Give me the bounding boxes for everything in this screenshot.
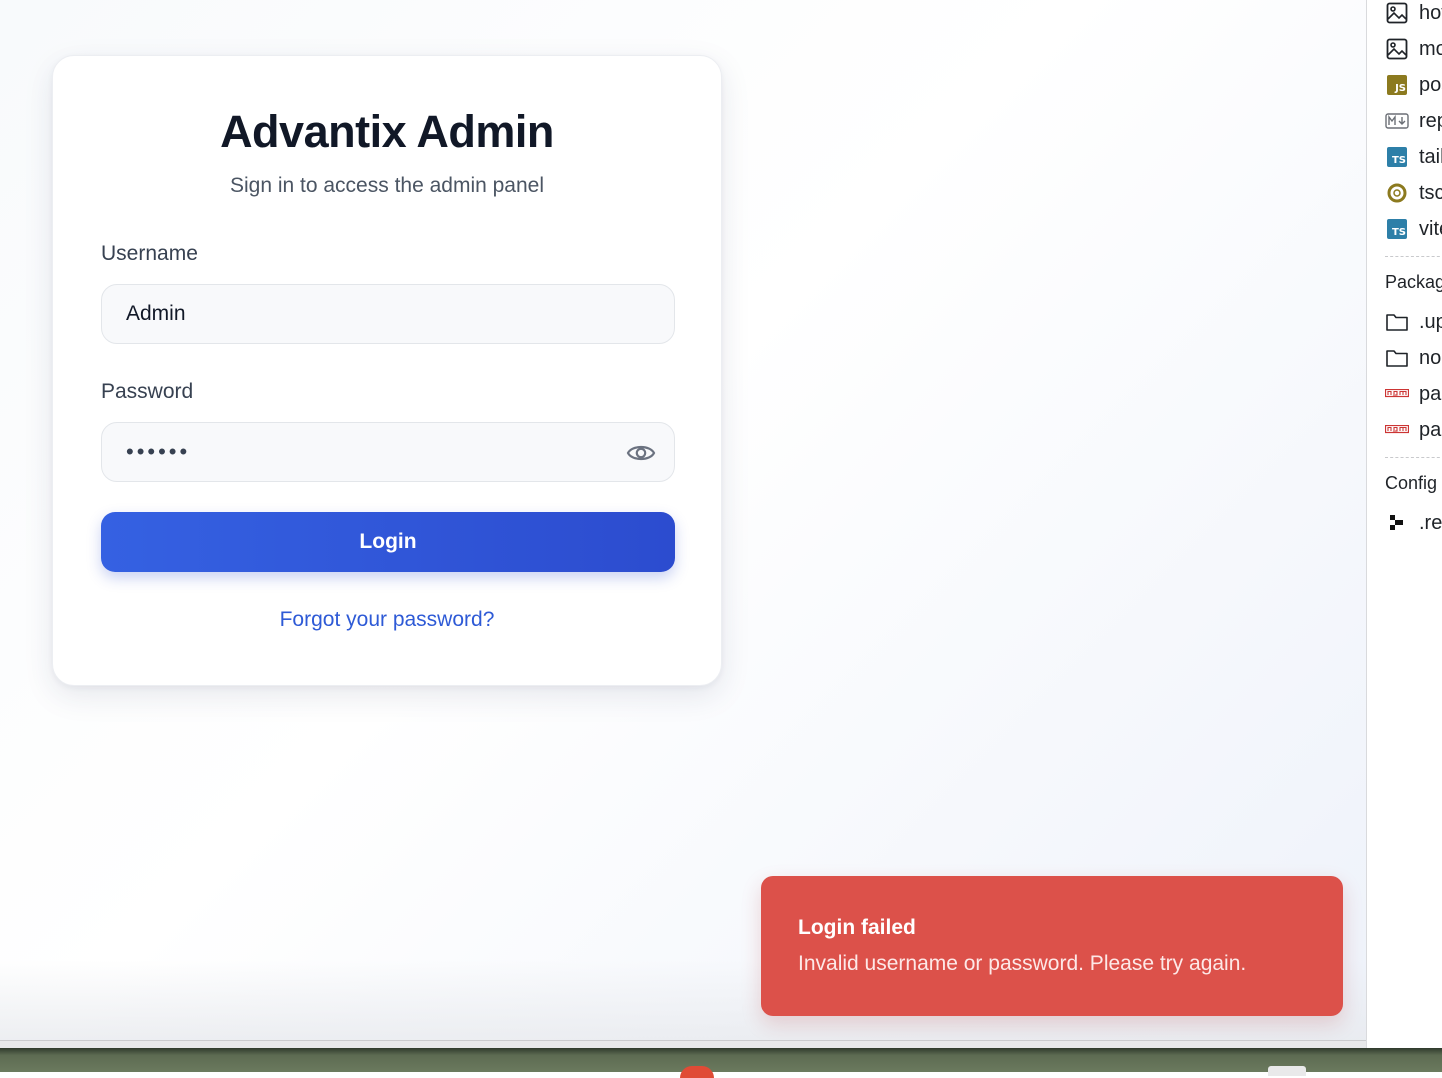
file-label: hov	[1419, 1, 1442, 24]
tsconfig-file-icon	[1385, 181, 1409, 205]
npm-file-icon	[1385, 382, 1409, 406]
ts-file-icon: TS	[1385, 145, 1409, 169]
window-bottom-edge	[0, 1040, 1366, 1048]
folder-icon	[1385, 346, 1409, 370]
file-item[interactable]: TS tail	[1385, 144, 1442, 170]
toast-message: Invalid username or password. Please try…	[798, 952, 1247, 975]
file-item[interactable]: rep	[1385, 108, 1442, 134]
ts-file-icon: TS	[1385, 217, 1409, 241]
config-section-label[interactable]: Config f	[1385, 473, 1442, 494]
eye-icon[interactable]	[626, 440, 656, 466]
username-input[interactable]: Admin	[101, 284, 675, 344]
username-value: Admin	[126, 302, 186, 325]
file-item[interactable]: pac	[1385, 417, 1442, 443]
file-item[interactable]: .re	[1385, 510, 1442, 536]
file-label: rep	[1419, 109, 1442, 132]
file-item[interactable]: TS vite	[1385, 216, 1442, 242]
npm-file-icon	[1385, 418, 1409, 442]
file-label: .up	[1419, 310, 1442, 333]
packages-section-label[interactable]: Packag	[1385, 272, 1442, 293]
js-file-icon: JS	[1385, 73, 1409, 97]
file-item[interactable]: hov	[1385, 0, 1442, 26]
file-label: noc	[1419, 346, 1442, 369]
file-label: pac	[1419, 418, 1442, 441]
section-divider	[1385, 256, 1442, 257]
markdown-file-icon	[1385, 109, 1409, 133]
app-viewport: Advantix Admin Sign in to access the adm…	[0, 0, 1366, 1040]
section-divider	[1385, 457, 1442, 458]
toast-title: Login failed	[798, 916, 916, 939]
login-card: Advantix Admin Sign in to access the adm…	[52, 55, 722, 686]
desktop-taskbar	[0, 1048, 1442, 1072]
password-input[interactable]: ••••••	[101, 422, 675, 482]
page-title: Advantix Admin	[220, 106, 554, 157]
taskbar-document-icon[interactable]	[1268, 1066, 1306, 1076]
forgot-password-link[interactable]: Forgot your password?	[53, 608, 721, 632]
file-explorer-panel: hov mo JS pos rep TS tail tsc TS vite	[1366, 0, 1442, 1048]
image-file-icon	[1385, 1, 1409, 25]
file-item[interactable]: tsc	[1385, 180, 1442, 206]
folder-icon	[1385, 310, 1409, 334]
error-toast[interactable]: Login failed Invalid username or passwor…	[761, 876, 1343, 1016]
password-value: ••••••	[126, 439, 191, 464]
image-file-icon	[1385, 37, 1409, 61]
folder-item[interactable]: .up	[1385, 309, 1442, 335]
login-button[interactable]: Login	[101, 512, 675, 572]
file-item[interactable]: JS pos	[1385, 72, 1442, 98]
username-label: Username	[101, 242, 198, 265]
file-label: mo	[1419, 37, 1442, 60]
folder-item[interactable]: noc	[1385, 345, 1442, 371]
password-label: Password	[101, 380, 194, 403]
file-label: .re	[1419, 511, 1442, 534]
file-label: tsc	[1419, 181, 1442, 204]
file-item[interactable]: mo	[1385, 36, 1442, 62]
file-item[interactable]: pac	[1385, 381, 1442, 407]
file-label: tail	[1419, 145, 1442, 168]
file-label: pac	[1419, 382, 1442, 405]
config-file-icon	[1385, 511, 1409, 535]
taskbar-app-icon[interactable]	[680, 1066, 714, 1078]
file-label: vite	[1419, 217, 1442, 240]
file-label: pos	[1419, 73, 1442, 96]
page-subtitle: Sign in to access the admin panel	[229, 174, 545, 197]
